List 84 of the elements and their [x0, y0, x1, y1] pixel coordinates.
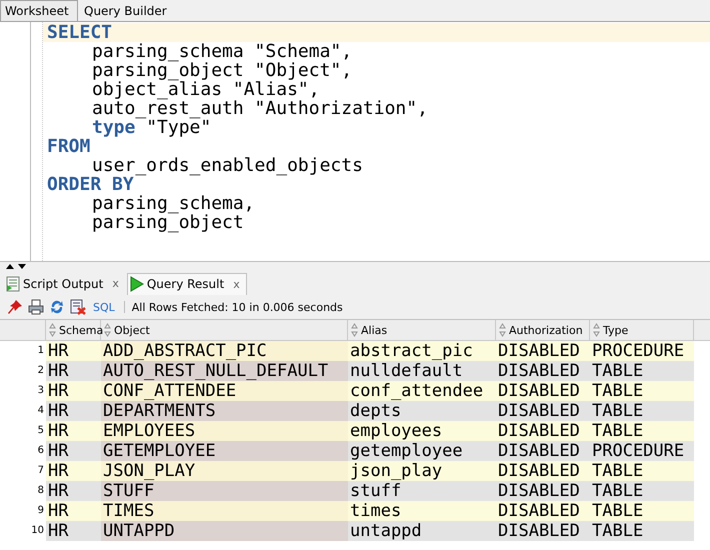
table-cell: stuff: [348, 481, 496, 501]
pin-icon[interactable]: [7, 299, 23, 315]
table-cell: PROCEDURE: [590, 341, 694, 361]
editor-tab[interactable]: Query Builder: [78, 0, 173, 21]
code-line: SELECT: [47, 23, 112, 42]
table-cell: JSON_PLAY: [101, 461, 348, 481]
sort-icon[interactable]: [593, 323, 600, 337]
table-cell: HR: [46, 521, 101, 541]
play-icon: [130, 276, 144, 292]
sort-icon[interactable]: [499, 323, 506, 337]
table-cell: UNTAPPD: [101, 521, 348, 541]
table-cell: ADD_ABSTRACT_PIC: [101, 341, 348, 361]
table-cell: TABLE: [590, 361, 694, 381]
table-cell: TABLE: [590, 421, 694, 441]
table-cell: DEPARTMENTS: [101, 401, 348, 421]
table-cell: TABLE: [590, 501, 694, 521]
column-header[interactable]: Authorization: [496, 320, 590, 340]
code-editor[interactable]: SELECT parsing_schema "Schema", parsing_object "Object", object_alias "Alias", auto_rest_auth "Authorization", type "Type" FROM user_ords_enabled_objects ORDER BY parsing_schema, parsing_object: [0, 22, 710, 262]
table-cell: HR: [46, 481, 101, 501]
document-icon: [6, 276, 20, 292]
table-cell: DISABLED: [496, 501, 590, 521]
table-cell: DISABLED: [496, 381, 590, 401]
table-cell: depts: [348, 401, 496, 421]
sql-link[interactable]: SQL: [91, 300, 117, 314]
sort-icon[interactable]: [49, 323, 56, 337]
table-cell: AUTO_REST_NULL_DEFAULT: [101, 361, 348, 381]
editor-tab[interactable]: Worksheet: [0, 0, 78, 21]
table-cell: DISABLED: [496, 401, 590, 421]
table-cell: DISABLED: [496, 521, 590, 541]
table-cell: HR: [46, 341, 101, 361]
table-cell: HR: [46, 421, 101, 441]
table-cell: DISABLED: [496, 361, 590, 381]
code-line: type "Type": [92, 118, 212, 137]
code-line: user_ords_enabled_objects: [92, 156, 363, 175]
table-cell: TABLE: [590, 381, 694, 401]
code-line: parsing_schema "Schema",: [92, 42, 352, 61]
table-cell: TABLE: [590, 521, 694, 541]
table-cell: conf_attendee: [348, 381, 496, 401]
table-cell: HR: [46, 361, 101, 381]
table-cell: json_play: [348, 461, 496, 481]
table-cell: EMPLOYEES: [101, 421, 348, 441]
column-header[interactable]: Alias: [348, 320, 496, 340]
sort-icon[interactable]: [104, 323, 111, 337]
table-cell: getemployee: [348, 441, 496, 461]
table-cell: DISABLED: [496, 461, 590, 481]
table-cell: HR: [46, 461, 101, 481]
table-cell: abstract_pic: [348, 341, 496, 361]
sort-icon[interactable]: [351, 323, 358, 337]
status-text: All Rows Fetched: 10 in 0.006 seconds: [132, 300, 343, 314]
table-cell: DISABLED: [496, 341, 590, 361]
code-line: parsing_object: [92, 213, 244, 232]
table-cell: GETEMPLOYEE: [101, 441, 348, 461]
table-cell: TABLE: [590, 461, 694, 481]
table-cell: employees: [348, 421, 496, 441]
code-line: ORDER BY: [47, 175, 134, 194]
table-cell: TIMES: [101, 501, 348, 521]
table-cell: DISABLED: [496, 421, 590, 441]
column-header[interactable]: Schema: [46, 320, 101, 340]
code-line: FROM: [47, 137, 90, 156]
printer-icon[interactable]: [28, 299, 44, 315]
table-cell: HR: [46, 381, 101, 401]
table-cell: DISABLED: [496, 441, 590, 461]
table-cell: TABLE: [590, 401, 694, 421]
table-cell: STUFF: [101, 481, 348, 501]
output-tab[interactable]: Query Result x: [126, 273, 247, 295]
column-header[interactable]: Object: [101, 320, 348, 340]
output-tab[interactable]: Script Output x: [4, 273, 125, 295]
table-cell: DISABLED: [496, 481, 590, 501]
code-line: parsing_object "Object",: [92, 61, 352, 80]
column-header[interactable]: Type: [590, 320, 694, 340]
refresh-icon[interactable]: [49, 299, 65, 315]
table-cell: HR: [46, 441, 101, 461]
table-cell: HR: [46, 401, 101, 421]
code-line: parsing_schema,: [92, 194, 255, 213]
code-line: auto_rest_auth "Authorization",: [92, 99, 428, 118]
table-cell: times: [348, 501, 496, 521]
table-cell: nulldefault: [348, 361, 496, 381]
table-cell: TABLE: [590, 481, 694, 501]
table-cell: HR: [46, 501, 101, 521]
table-cell: untappd: [348, 521, 496, 541]
table-cell: CONF_ATTENDEE: [101, 381, 348, 401]
delete-grid-icon[interactable]: [70, 299, 86, 315]
code-line: object_alias "Alias",: [92, 80, 320, 99]
table-cell: PROCEDURE: [590, 441, 694, 461]
